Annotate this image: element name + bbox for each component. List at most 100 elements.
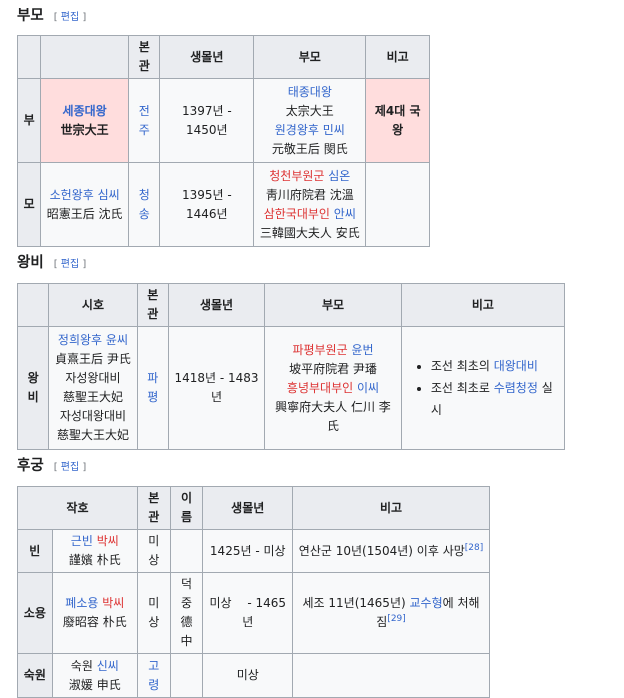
notes-list: 조선 최초의 대왕대비 조선 최초로 수렴청정 실시: [407, 355, 559, 421]
name-hanja: 德中: [180, 615, 193, 648]
queen-titles: 정희왕후 윤씨 貞熹王后 尹氏 자성왕대비 慈聖王大妃 자성대왕대비 慈聖大王大…: [48, 326, 138, 450]
parent-link[interactable]: 안씨: [334, 207, 356, 221]
parent-link[interactable]: 심온: [328, 169, 350, 183]
mother-clan: 청송: [128, 162, 161, 247]
title-link[interactable]: 폐소용: [65, 596, 98, 610]
title-line: 숙원 신씨: [58, 657, 132, 676]
header-years: 생몰년: [202, 486, 294, 530]
parent-line: 파평부원군 윤번: [270, 341, 396, 360]
title-link[interactable]: 근빈: [71, 534, 93, 548]
concubine-years: 미상 - 1465년: [202, 572, 294, 654]
corner-header: [16, 35, 42, 79]
table-row: 소용 폐소용 박씨 廢昭容 朴氏 미상 덕중 德中 미상 - 1465년 세조 …: [17, 572, 490, 654]
parent-line: 청천부원군 심온: [259, 167, 360, 186]
father-note: 제4대 국왕: [365, 78, 430, 163]
name-text: 덕중: [181, 577, 193, 610]
concubine-name: 덕중 德中: [169, 572, 204, 654]
concubine-name: [169, 653, 204, 698]
edit-link[interactable]: [ 편집 ]: [54, 8, 87, 23]
corner-header-2: [40, 35, 130, 79]
concubine-years: 미상: [202, 653, 294, 698]
title-link[interactable]: 윤씨: [106, 333, 128, 347]
parent-link-missing[interactable]: 청천부원군: [269, 169, 324, 183]
concubine-clan: 고령: [136, 653, 171, 698]
header-note: 비고: [400, 283, 566, 327]
parent-link[interactable]: 태종대왕: [259, 83, 360, 102]
queen-years: 1418년 - 1483년: [167, 326, 266, 450]
title-hanja: 貞熹王后 尹氏: [55, 352, 131, 366]
clan-link[interactable]: 전주: [139, 104, 150, 137]
concubine-clan: 미상: [136, 529, 171, 573]
title-line: 근빈 박씨: [58, 532, 132, 551]
title-text: 숙원: [70, 658, 93, 673]
concubine-note: [292, 653, 490, 698]
concubine-note: 세조 11년(1465년) 교수형에 처해짐[29]: [292, 572, 490, 654]
parent-hanja: 興寧府大夫人 仁川 李氏: [275, 399, 391, 433]
parent-hanja: 三韓國大夫人 安氏: [259, 225, 360, 240]
mother-name-hanja: 昭憲王后 沈氏: [46, 206, 123, 221]
row-label-rank: 소용: [17, 572, 53, 654]
concubine-title: 근빈 박씨 謹嬪 朴氏: [51, 529, 138, 573]
father-name-link[interactable]: 세종대왕: [46, 102, 123, 121]
reference-link[interactable]: [29]: [387, 614, 405, 624]
parent-link[interactable]: 민씨: [323, 123, 345, 137]
queen-parents: 파평부원군 윤번 坡平府院君 尹璠 흥녕부대부인 이씨 興寧府大夫人 仁川 李氏: [264, 326, 402, 450]
concubine-clan: 미상: [136, 572, 171, 654]
parent-link[interactable]: 원경왕후: [275, 123, 319, 137]
mother-name-line: 소헌왕후 심씨: [46, 186, 123, 205]
header-rank-title: 작호: [17, 486, 138, 530]
name-link[interactable]: 심씨: [98, 188, 120, 202]
reference-link[interactable]: [28]: [465, 543, 483, 553]
parent-link-missing[interactable]: 흥녕부대부인: [287, 381, 353, 395]
title-link-missing[interactable]: 박씨: [97, 534, 119, 548]
title-hanja: 廢昭容 朴氏: [62, 615, 127, 629]
list-item: 조선 최초로 수렴청정 실시: [431, 377, 559, 421]
parent-line: 삼한국대부인 안씨: [259, 205, 360, 224]
header-parents: 부모: [264, 283, 402, 327]
mother-name-cell: 소헌왕후 심씨 昭憲王后 沈氏: [40, 162, 130, 247]
title-line: 정희왕후 윤씨: [54, 331, 131, 350]
section-heading-parents: 부모 [ 편집 ]: [17, 4, 86, 25]
title-hanja: 淑媛 申氏: [68, 677, 121, 692]
parent-link[interactable]: 윤번: [351, 343, 373, 357]
parent-hanja: 坡平府院君 尹璠: [289, 361, 377, 376]
section-heading-consort: 왕비 [ 편집 ]: [17, 251, 86, 272]
concubines-table: 작호 본관 이름 생몰년 비고 빈 근빈 박씨 謹嬪 朴氏 미상 1425년 -…: [17, 486, 490, 698]
edit-link[interactable]: [ 편집 ]: [54, 458, 87, 473]
clan-link[interactable]: 청송: [139, 188, 150, 221]
row-label-queen: 왕비: [16, 326, 50, 450]
note-link[interactable]: 수렴청정: [494, 381, 538, 395]
mother-parents: 청천부원군 심온 靑川府院君 沈溫 삼한국대부인 안씨 三韓國大夫人 安氏: [253, 162, 367, 247]
note-link[interactable]: 대왕대비: [494, 359, 538, 373]
parent-link-missing[interactable]: 파평부원군: [292, 343, 347, 357]
father-name-cell: 세종대왕 世宗大王: [40, 78, 130, 163]
section-title: 부모: [17, 8, 44, 24]
parent-link-missing[interactable]: 삼한국대부인: [264, 207, 330, 221]
edit-link[interactable]: [ 편집 ]: [54, 255, 87, 270]
table-row: 숙원 숙원 신씨 淑媛 申氏 고령 미상: [17, 653, 490, 698]
consort-table: 시호 본관 생몰년 부모 비고 왕비 정희왕후 윤씨 貞熹王后 尹氏 자성왕대비…: [16, 283, 566, 450]
mother-note: [365, 162, 430, 247]
title-hanja: 慈聖大王大妃: [56, 428, 129, 442]
clan-link[interactable]: 파평: [147, 371, 158, 404]
mother-years: 1395년 - 1446년: [159, 162, 255, 247]
note-link[interactable]: 교수형: [409, 596, 442, 610]
title-link[interactable]: 정희왕후: [58, 333, 102, 347]
title-hanja: 謹嬪 朴氏: [68, 553, 121, 567]
parent-link[interactable]: 이씨: [357, 381, 379, 395]
corner-header: [16, 283, 50, 327]
title-text: 자성왕대비: [65, 371, 121, 385]
parent-line: 흥녕부대부인 이씨: [270, 379, 396, 398]
title-text: 자성대왕대비: [59, 409, 127, 423]
header-name: 이름: [169, 486, 204, 530]
father-parents: 태종대왕 太宗大王 원경왕후 민씨 元敬王后 閔氏: [253, 78, 367, 163]
concubine-name: [169, 529, 204, 573]
title-link[interactable]: 신씨: [97, 659, 119, 673]
header-years: 생몰년: [159, 35, 255, 79]
queen-clan: 파평: [136, 326, 169, 450]
title-line: 폐소용 박씨: [58, 594, 132, 613]
clan-link[interactable]: 고령: [148, 659, 159, 692]
name-link[interactable]: 소헌왕후: [50, 188, 94, 202]
title-link-missing[interactable]: 박씨: [102, 596, 124, 610]
father-years: 1397년 - 1450년: [159, 78, 255, 163]
